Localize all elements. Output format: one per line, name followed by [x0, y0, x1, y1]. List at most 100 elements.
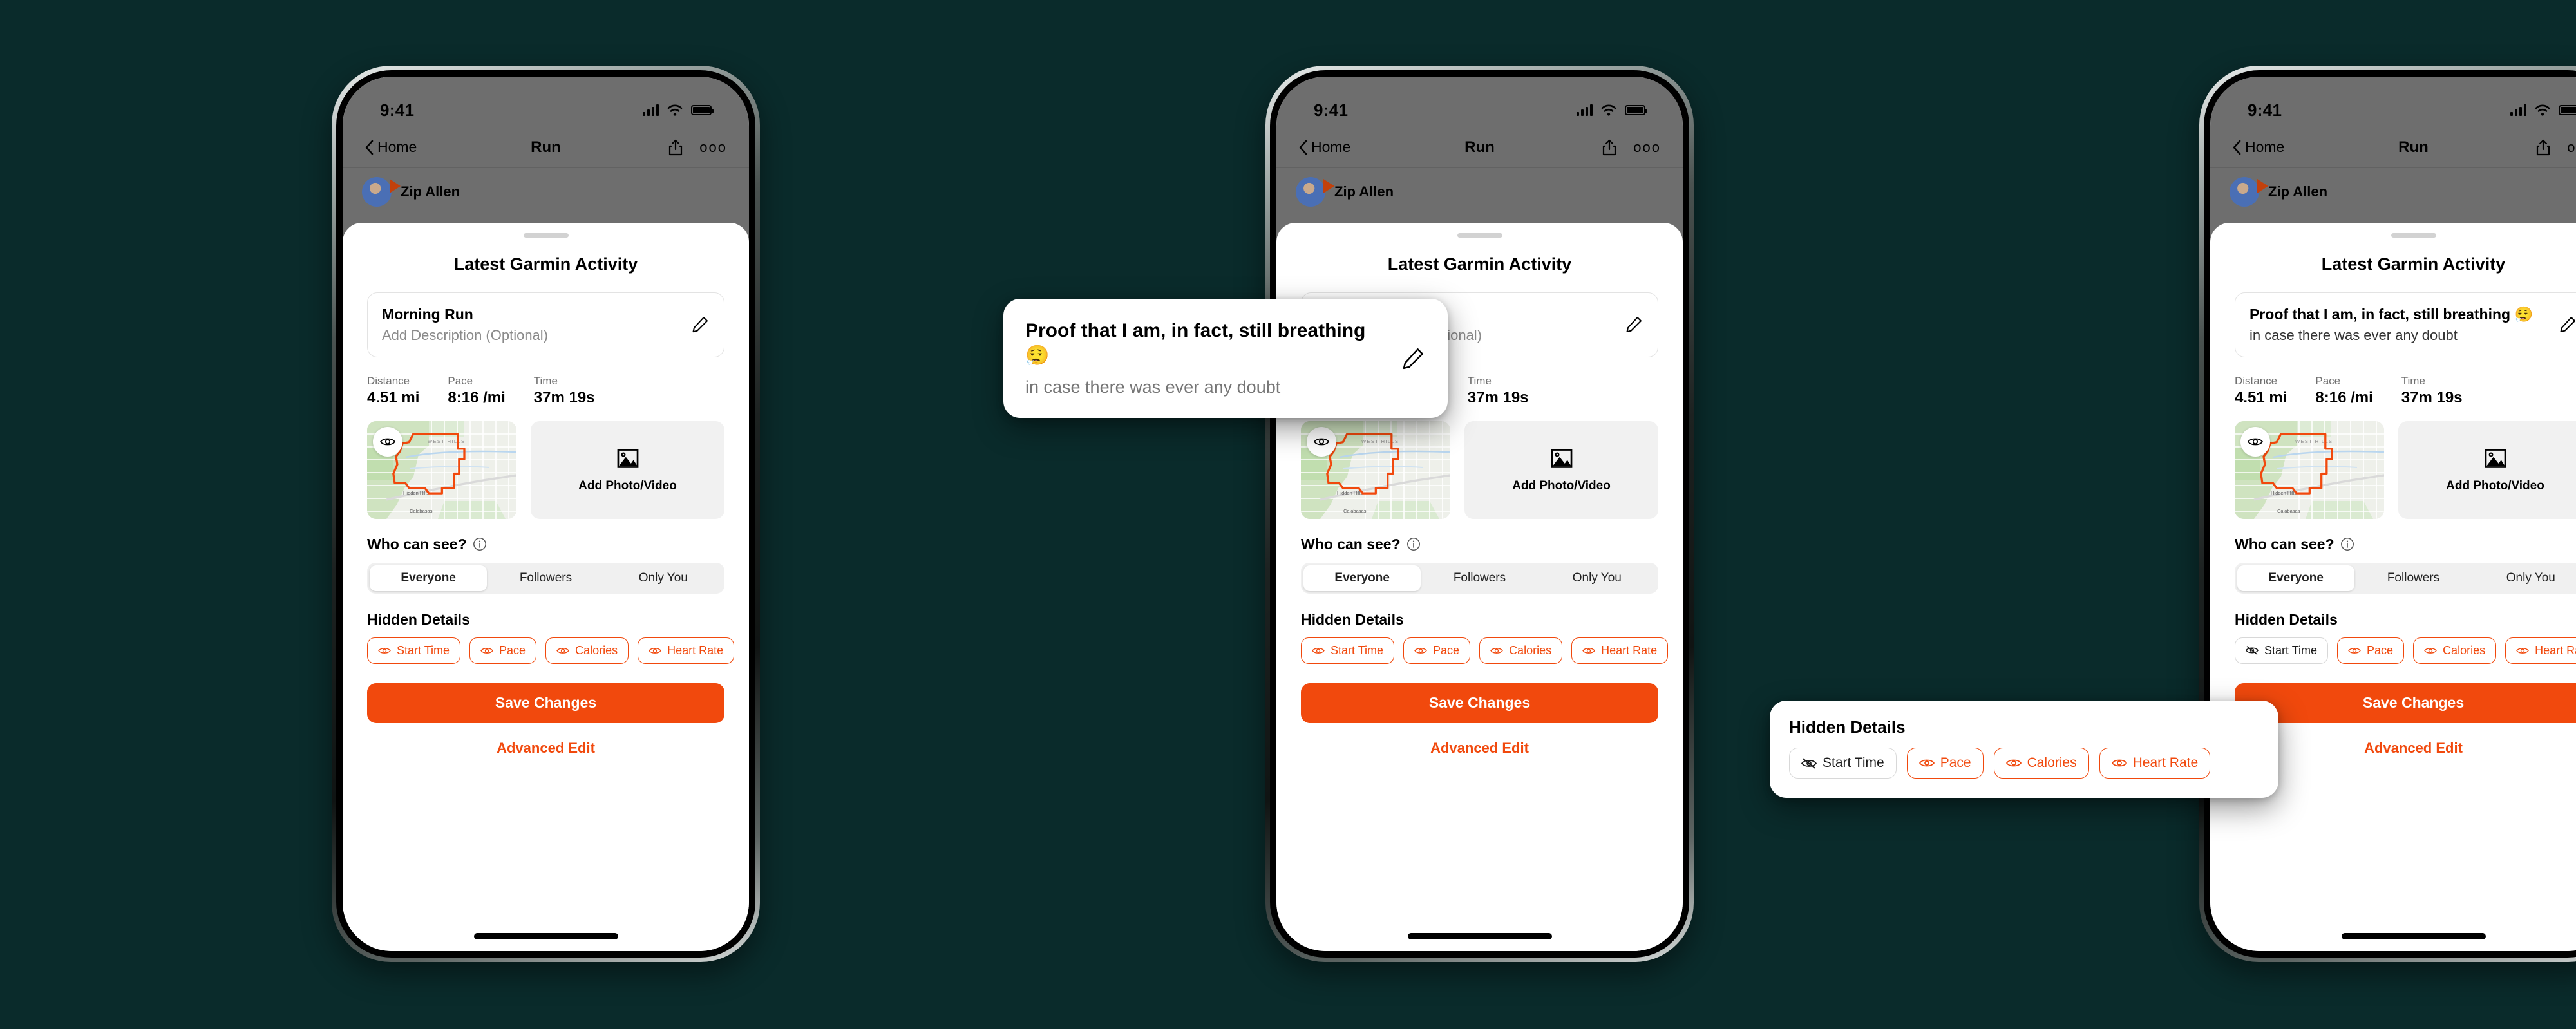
info-icon[interactable]: [473, 537, 487, 551]
eye-icon: [2348, 648, 2361, 654]
save-changes-button[interactable]: Save Changes: [1301, 683, 1658, 723]
privacy-option-only-you[interactable]: Only You: [1539, 565, 1656, 591]
description-field[interactable]: Proof that I am, in fact, still breathin…: [2235, 292, 2576, 357]
eye-icon: [2005, 759, 2022, 767]
status-bar: 9:41: [2210, 77, 2576, 127]
privacy-segmented-control[interactable]: Everyone Followers Only You: [367, 562, 724, 594]
privacy-option-only-you[interactable]: Only You: [2472, 565, 2576, 591]
sheet-grabber[interactable]: [1457, 233, 1502, 238]
privacy-option-followers[interactable]: Followers: [1421, 565, 1538, 591]
privacy-title: Who can see?: [1301, 535, 1401, 552]
stat-label: Time: [1467, 374, 1492, 387]
advanced-edit-link[interactable]: Advanced Edit: [2235, 740, 2576, 757]
advanced-edit-link[interactable]: Advanced Edit: [1301, 740, 1658, 757]
map-visibility-toggle[interactable]: [373, 426, 402, 457]
chip-heart-rate[interactable]: Heart Rate: [1571, 637, 1669, 664]
back-button[interactable]: Home: [1298, 138, 1350, 156]
description-text: Proof that I am, in fact, still breathin…: [2249, 305, 2549, 345]
media-row: WEST HILLS Hidden Hills Calabasas Add Ph…: [367, 420, 724, 519]
eye-icon: [480, 648, 493, 654]
info-icon[interactable]: [2340, 537, 2354, 551]
chip-heart-rate[interactable]: Heart Rate: [638, 637, 735, 664]
chevron-left-icon: [365, 140, 374, 155]
description-subtitle: in case there was ever any doubt: [2249, 327, 2458, 344]
status-time: 9:41: [2248, 100, 2282, 120]
advanced-edit-link[interactable]: Advanced Edit: [367, 740, 724, 757]
chip-pace[interactable]: Pace: [1403, 637, 1471, 664]
privacy-segmented-control[interactable]: Everyone Followers Only You: [1301, 562, 1658, 594]
privacy-header: Who can see?: [1301, 536, 1658, 553]
privacy-option-followers[interactable]: Followers: [2354, 565, 2472, 591]
map-visibility-toggle[interactable]: [1307, 426, 1336, 457]
chip-start-time[interactable]: Start Time: [1301, 637, 1395, 664]
callout-description-title: Proof that I am, in fact, still breathin…: [1025, 320, 1366, 366]
more-options-icon[interactable]: ooo: [2567, 140, 2576, 155]
privacy-option-followers[interactable]: Followers: [487, 565, 604, 591]
share-icon[interactable]: [1602, 139, 1616, 156]
more-options-icon[interactable]: ooo: [1633, 140, 1661, 155]
description-placeholder: Add Description (Optional): [382, 327, 549, 344]
chip-label: Start Time: [2264, 643, 2318, 657]
feed-user-row: Zip Allen: [2210, 168, 2576, 207]
hidden-details-title: Hidden Details: [367, 610, 470, 628]
share-icon[interactable]: [2536, 139, 2550, 156]
chip-label: Start Time: [397, 643, 450, 657]
route-map-card[interactable]: WEST HILLS Hidden Hills Calabasas: [367, 420, 516, 519]
map-label-west-hills: WEST HILLS: [1361, 439, 1399, 444]
save-changes-button[interactable]: Save Changes: [367, 683, 724, 723]
share-icon[interactable]: [668, 139, 683, 156]
privacy-option-only-you[interactable]: Only You: [605, 565, 722, 591]
phone-frame: 9:41: [2199, 66, 2576, 962]
chip-calories[interactable]: Calories: [545, 637, 629, 664]
hidden-details-chips: Start Time Pace Calories Heart Rate: [1301, 637, 1669, 664]
eye-icon: [380, 438, 395, 446]
more-options-icon[interactable]: ooo: [699, 140, 727, 155]
chip-calories[interactable]: Calories: [1479, 637, 1563, 664]
sheet-title: Latest Garmin Activity: [2321, 254, 2506, 274]
pencil-icon[interactable]: [2558, 315, 2576, 334]
callout-description-field[interactable]: Proof that I am, in fact, still breathin…: [1003, 299, 1448, 419]
chip-pace[interactable]: Pace: [469, 637, 537, 664]
sheet-grabber[interactable]: [523, 233, 569, 238]
chip-heart-rate[interactable]: Heart Rate: [2505, 637, 2576, 664]
eye-icon: [1312, 648, 1325, 654]
pencil-icon[interactable]: [1400, 346, 1426, 372]
chip-calories[interactable]: Calories: [2413, 637, 2497, 664]
sheet-grabber[interactable]: [2391, 233, 2436, 238]
eye-icon: [1490, 648, 1503, 654]
route-map-card[interactable]: WEST HILLS Hidden Hills Calabasas: [2235, 420, 2384, 519]
pencil-icon[interactable]: [690, 315, 710, 334]
privacy-option-everyone[interactable]: Everyone: [2237, 565, 2355, 591]
privacy-option-everyone[interactable]: Everyone: [370, 565, 488, 591]
callout-chip-start-time[interactable]: Start Time: [1789, 748, 1897, 779]
route-map-card[interactable]: WEST HILLS Hidden Hills Calabasas: [1301, 420, 1450, 519]
add-photo-button[interactable]: Add Photo/Video: [2398, 420, 2576, 519]
back-button[interactable]: Home: [2232, 138, 2284, 156]
back-button[interactable]: Home: [365, 138, 417, 156]
callout-hidden-details[interactable]: Hidden Details Start Time Pace Calories …: [1770, 701, 2278, 798]
chip-label: Pace: [2367, 643, 2394, 657]
map-visibility-toggle[interactable]: [2240, 426, 2270, 457]
media-row: WEST HILLS Hidden Hills Calabasas Add Ph…: [1301, 420, 1658, 519]
eye-off-icon: [2246, 646, 2259, 655]
chip-start-time[interactable]: Start Time: [367, 637, 461, 664]
map-label-calabasas: Calabasas: [410, 508, 433, 514]
status-icons: [1577, 104, 1647, 116]
eye-icon: [2516, 648, 2529, 654]
chip-label: Heart Rate: [667, 643, 724, 657]
map-label-hidden-hills: Hidden Hills: [403, 490, 429, 496]
chip-pace[interactable]: Pace: [2337, 637, 2405, 664]
info-icon[interactable]: [1406, 537, 1421, 551]
callout-chip-heart-rate[interactable]: Heart Rate: [2099, 748, 2211, 779]
privacy-option-everyone[interactable]: Everyone: [1303, 565, 1421, 591]
callout-chip-label: Pace: [1940, 755, 1971, 770]
chip-start-time[interactable]: Start Time: [2235, 637, 2329, 664]
add-photo-button[interactable]: Add Photo/Video: [1464, 420, 1658, 519]
callout-chip-calories[interactable]: Calories: [1993, 748, 2089, 779]
save-changes-button[interactable]: Save Changes: [2235, 683, 2576, 723]
pencil-icon[interactable]: [1624, 315, 1643, 334]
callout-chip-pace[interactable]: Pace: [1906, 748, 1984, 779]
add-photo-button[interactable]: Add Photo/Video: [531, 420, 724, 519]
description-field[interactable]: Morning Run Add Description (Optional): [367, 292, 724, 357]
privacy-segmented-control[interactable]: Everyone Followers Only You: [2235, 562, 2576, 594]
